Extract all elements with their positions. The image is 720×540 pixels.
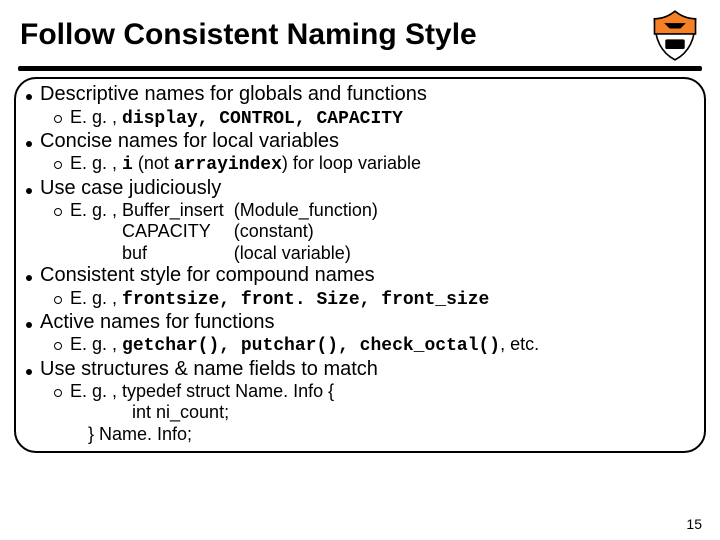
bullet-active-names: Active names for functions <box>26 311 694 335</box>
eg-prefix: E. g. , <box>70 153 122 173</box>
slide-title: Follow Consistent Naming Style <box>14 18 477 52</box>
sub-bullet: E. g. , display, CONTROL, CAPACITY <box>26 107 694 130</box>
bullet-icon <box>26 94 32 100</box>
code-text: display, CONTROL, CAPACITY <box>122 109 403 129</box>
bullet-text: Use case judiciously <box>40 177 221 201</box>
bullet-text: Descriptive names for globals and functi… <box>40 83 427 107</box>
eg-prefix: E. g. , <box>70 200 122 220</box>
page-number: 15 <box>686 516 702 532</box>
circle-icon <box>54 342 62 350</box>
bullet-descriptive-names: Descriptive names for globals and functi… <box>26 83 694 107</box>
example-desc: (local variable) <box>234 243 378 264</box>
slide: Follow Consistent Naming Style Descripti… <box>0 0 720 540</box>
circle-icon <box>54 389 62 397</box>
bullet-icon <box>26 275 32 281</box>
eg-prefix: E. g. , <box>70 381 122 401</box>
plain-text: , etc. <box>500 334 539 354</box>
example-name: CAPACITY <box>122 221 224 242</box>
example-desc: (Module_function) <box>234 200 378 221</box>
bullet-icon <box>26 369 32 375</box>
sub-text: E. g. , display, CONTROL, CAPACITY <box>70 107 403 130</box>
eg-prefix: E. g. , <box>70 288 122 308</box>
struct-line: typedef struct Name. Info { <box>122 381 334 401</box>
sub-bullet: E. g. , getchar(), putchar(), check_octa… <box>26 334 694 357</box>
bullet-use-case: Use case judiciously <box>26 177 694 201</box>
circle-icon <box>54 161 62 169</box>
princeton-shield-icon <box>648 8 702 62</box>
sub-bullet: E. g. , Buffer_insert CAPACITY buf (Modu… <box>26 200 694 264</box>
code-text: getchar(), putchar(), check_octal() <box>122 336 500 356</box>
example-desc: (constant) <box>234 221 378 242</box>
bullet-icon <box>26 141 32 147</box>
title-underline <box>18 66 702 71</box>
bullet-compound-names: Consistent style for compound names <box>26 264 694 288</box>
sub-text: E. g. , getchar(), putchar(), check_octa… <box>70 334 539 357</box>
sub-bullet: E. g. , frontsize, front. Size, front_si… <box>26 288 694 311</box>
bullet-text: Active names for functions <box>40 311 275 335</box>
bullet-icon <box>26 188 32 194</box>
struct-line: int ni_count; <box>54 402 694 423</box>
sub-text: E. g. , frontsize, front. Size, front_si… <box>70 288 489 311</box>
eg-prefix: E. g. , <box>70 107 122 127</box>
bullet-text: Consistent style for compound names <box>40 264 375 288</box>
circle-icon <box>54 115 62 123</box>
sub-text: E. g. , i (not arrayindex) for loop vari… <box>70 153 421 176</box>
code-text: frontsize, front. Size, front_size <box>122 290 489 310</box>
example-name: buf <box>122 243 224 264</box>
content-box: Descriptive names for globals and functi… <box>14 77 706 453</box>
sub-text: E. g. , Buffer_insert CAPACITY buf (Modu… <box>70 200 378 264</box>
struct-line: } Name. Info; <box>88 424 192 445</box>
circle-icon <box>54 296 62 304</box>
title-row: Follow Consistent Naming Style <box>14 8 706 64</box>
sub-bullet: E. g. , i (not arrayindex) for loop vari… <box>26 153 694 176</box>
example-name: Buffer_insert <box>122 200 224 221</box>
code-text: arrayindex <box>174 155 282 175</box>
eg-prefix: E. g. , <box>70 334 122 354</box>
code-text: i <box>122 155 133 175</box>
circle-icon <box>54 208 62 216</box>
plain-text: (not <box>133 153 174 173</box>
bullet-text: Concise names for local variables <box>40 130 339 154</box>
bullet-structures: Use structures & name fields to match <box>26 358 694 382</box>
bullet-concise-names: Concise names for local variables <box>26 130 694 154</box>
bullet-text: Use structures & name fields to match <box>40 358 378 382</box>
sub-text: E. g. , typedef struct Name. Info { <box>70 381 334 402</box>
plain-text: ) for loop variable <box>282 153 421 173</box>
sub-bullet: E. g. , typedef struct Name. Info { int … <box>26 381 694 445</box>
bullet-icon <box>26 322 32 328</box>
